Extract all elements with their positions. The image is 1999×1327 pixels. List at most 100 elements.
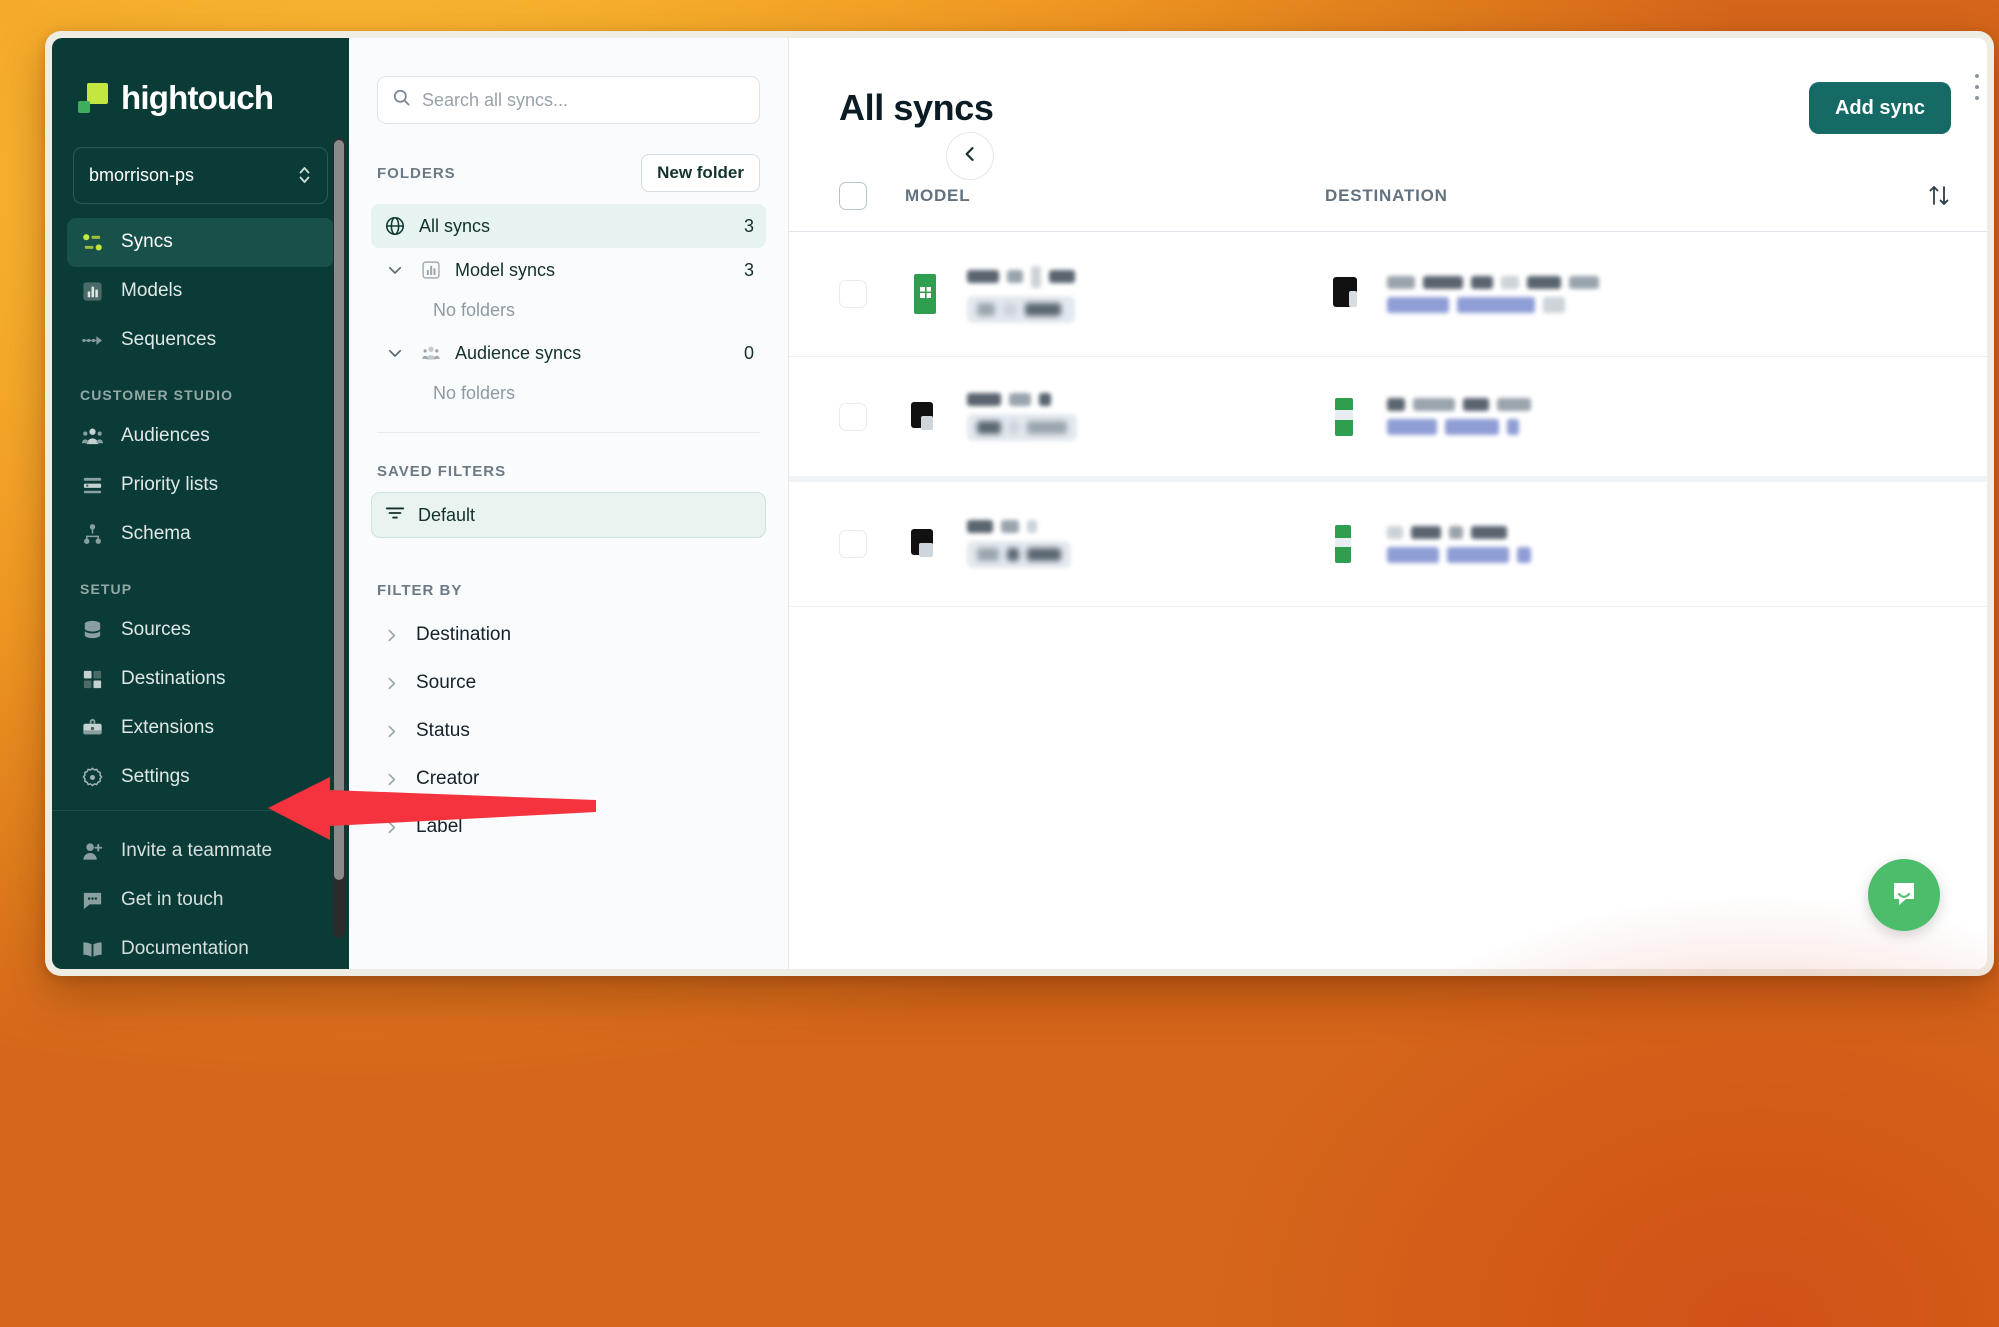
chevron-right-icon — [383, 675, 400, 692]
chevron-right-icon — [383, 627, 400, 644]
sidebar-item-label: Destinations — [121, 668, 226, 690]
filter-by-title: FILTER BY — [377, 582, 462, 599]
sort-ascending-descending-icon[interactable] — [1927, 183, 1951, 209]
sidebar-scrollbar[interactable] — [333, 138, 345, 938]
sidebar-item-label: Extensions — [121, 717, 214, 739]
syncs-icon — [80, 230, 105, 255]
chevron-down-icon[interactable] — [383, 258, 407, 282]
filter-by-label[interactable]: Label — [349, 803, 788, 851]
row-model-redacted-chip — [967, 414, 1077, 441]
sidebar-item-label: Priority lists — [121, 474, 218, 496]
page-title: All syncs — [839, 87, 993, 129]
desktop-background: hightouch bmorrison-ps — [0, 0, 1999, 1327]
window-drag-handle[interactable] — [1974, 74, 1980, 100]
column-header-model: MODEL — [905, 186, 1325, 206]
sidebar-item-priority-lists[interactable]: Priority lists — [67, 461, 334, 510]
filter-by-destination[interactable]: Destination — [349, 611, 788, 659]
chevron-down-icon[interactable] — [383, 341, 407, 365]
folder-row-audience-syncs[interactable]: Audience syncs 0 — [371, 331, 766, 375]
sources-database-icon — [80, 618, 105, 643]
filter-lines-icon — [384, 502, 406, 529]
sidebar-item-label: Documentation — [121, 938, 249, 960]
audiences-people-icon — [419, 341, 443, 365]
folder-row-model-syncs[interactable]: Model syncs 3 — [371, 248, 766, 292]
sidebar-item-label: Settings — [121, 766, 190, 788]
collapse-panel-button[interactable] — [946, 132, 994, 180]
filter-by-label: Label — [416, 816, 463, 838]
sidebar-item-audiences[interactable]: Audiences — [67, 412, 334, 461]
row-checkbox[interactable] — [839, 530, 867, 558]
sidebar-item-sources[interactable]: Sources — [67, 606, 334, 655]
table-row[interactable] — [789, 232, 1987, 357]
sidebar-item-schema[interactable]: Schema — [67, 510, 334, 559]
select-all-checkbox[interactable] — [839, 182, 867, 210]
table-row[interactable] — [789, 357, 1987, 482]
filter-by-section-header: FILTER BY — [349, 538, 788, 611]
sidebar-item-get-in-touch[interactable]: Get in touch — [67, 876, 334, 925]
sidebar-item-extensions[interactable]: Extensions — [67, 704, 334, 753]
hightouch-logo[interactable]: hightouch — [52, 38, 349, 129]
sidebar-scroll-area: Syncs Models — [52, 204, 349, 969]
search-input[interactable] — [422, 90, 745, 111]
sidebar-item-syncs[interactable]: Syncs — [67, 218, 334, 267]
sidebar-item-label: Audiences — [121, 425, 210, 447]
sequences-arrow-icon — [80, 328, 105, 353]
filter-by-creator[interactable]: Creator — [349, 755, 788, 803]
sidebar-item-label: Models — [121, 280, 182, 302]
left-sidebar: hightouch bmorrison-ps — [52, 38, 349, 969]
model-syncs-empty-label: No folders — [349, 292, 788, 331]
application-window: hightouch bmorrison-ps — [45, 31, 1994, 976]
filter-by-status[interactable]: Status — [349, 707, 788, 755]
chevron-right-icon — [383, 723, 400, 740]
sidebar-group-customer-studio: CUSTOMER STUDIO — [52, 365, 349, 412]
invite-user-plus-icon — [80, 839, 105, 864]
extensions-briefcase-icon — [80, 716, 105, 741]
schema-tree-icon — [80, 522, 105, 547]
sidebar-item-models[interactable]: Models — [67, 267, 334, 316]
filter-by-label: Destination — [416, 624, 511, 646]
sidebar-item-settings[interactable]: Settings — [67, 753, 334, 802]
row-destination-cell — [1325, 521, 1951, 567]
sidebar-item-destinations[interactable]: Destinations — [67, 655, 334, 704]
new-folder-button[interactable]: New folder — [641, 154, 760, 192]
chevron-left-icon — [960, 144, 980, 169]
destinations-grid-icon — [80, 667, 105, 692]
folders-section-header: FOLDERS New folder — [349, 124, 788, 204]
settings-gear-icon — [80, 765, 105, 790]
dark-square-logo — [1325, 271, 1367, 317]
column-header-destination: DESTINATION — [1325, 186, 1927, 206]
row-destination-redacted-text — [1387, 526, 1531, 563]
filter-by-source[interactable]: Source — [349, 659, 788, 707]
hightouch-logo-text: hightouch — [121, 79, 273, 117]
sidebar-footer: Invite a teammate Ge — [52, 811, 349, 969]
row-destination-cell — [1325, 271, 1951, 317]
row-checkbox[interactable] — [839, 280, 867, 308]
sidebar-item-label: Invite a teammate — [121, 840, 272, 862]
folder-row-all-syncs[interactable]: All syncs 3 — [371, 204, 766, 248]
saved-filter-default[interactable]: Default — [371, 492, 766, 538]
sidebar-item-label: Sequences — [121, 329, 216, 351]
intercom-chat-button[interactable] — [1868, 859, 1940, 931]
folder-label: Model syncs — [455, 260, 555, 281]
table-row[interactable] — [789, 482, 1987, 607]
hightouch-logo-mark — [78, 83, 108, 113]
add-sync-button[interactable]: Add sync — [1809, 82, 1951, 134]
search-box[interactable] — [377, 76, 760, 124]
sidebar-item-invite-a-teammate[interactable]: Invite a teammate — [67, 827, 334, 876]
chevron-right-icon — [383, 771, 400, 788]
row-destination-cell — [1325, 394, 1951, 440]
row-model-redacted-chip — [967, 296, 1075, 323]
row-model-cell — [905, 266, 1325, 323]
row-model-redacted-text — [967, 393, 1077, 441]
saved-filters-title: SAVED FILTERS — [377, 463, 506, 480]
audience-syncs-empty-label: No folders — [349, 375, 788, 414]
row-checkbox[interactable] — [839, 403, 867, 431]
search-area — [349, 38, 788, 124]
workspace-selector[interactable]: bmorrison-ps — [73, 147, 328, 204]
row-model-redacted-chip — [967, 541, 1071, 568]
sidebar-item-documentation[interactable]: Documentation — [67, 925, 334, 969]
folder-label: All syncs — [419, 216, 490, 237]
sidebar-scrollbar-thumb[interactable] — [334, 140, 344, 880]
filter-by-label: Creator — [416, 768, 479, 790]
sidebar-item-sequences[interactable]: Sequences — [67, 316, 334, 365]
